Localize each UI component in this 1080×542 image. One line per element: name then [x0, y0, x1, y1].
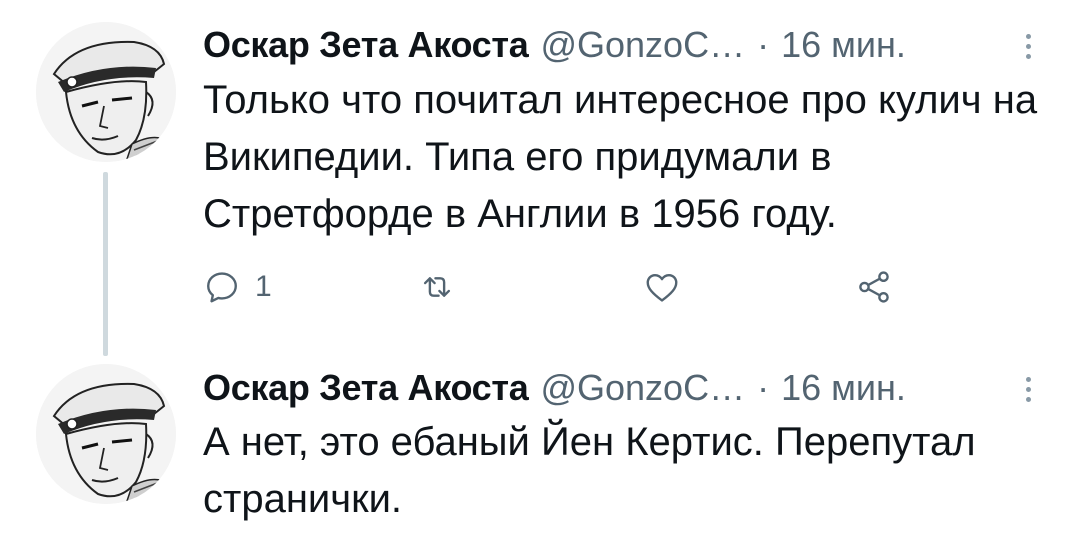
tweet-actions: 1 — [203, 262, 923, 312]
share-button[interactable] — [855, 262, 893, 312]
avatar-sailor-illustration-icon — [36, 22, 176, 162]
tweet-header: Оскар Зета Акоста @GonzoC… · 16 мин. — [203, 363, 906, 413]
reply-count: 1 — [255, 270, 272, 303]
avatar[interactable] — [36, 364, 176, 504]
avatar-sailor-illustration-icon — [36, 364, 176, 504]
share-icon — [859, 271, 889, 303]
separator-dot: · — [757, 367, 770, 408]
avatar[interactable] — [36, 22, 176, 162]
thread-connector-line — [103, 172, 108, 356]
retweet-icon — [423, 277, 451, 297]
more-options-icon[interactable] — [1016, 26, 1040, 66]
tweet-text: Только что почитал интересное про кулич … — [203, 78, 1038, 236]
tweet-header: Оскар Зета Акоста @GonzoC… · 16 мин. — [203, 20, 906, 70]
tweet[interactable]: Оскар Зета Акоста @GonzoC… · 16 мин. А н… — [0, 350, 1080, 542]
more-options-icon[interactable] — [1016, 369, 1040, 409]
tweet-text: А нет, это ебаный Йен Кертис. Перепутал … — [203, 420, 976, 521]
author-name[interactable]: Оскар Зета Акоста — [203, 20, 529, 70]
like-button[interactable] — [643, 262, 681, 312]
timestamp[interactable]: 16 мин. — [781, 20, 906, 70]
author-handle[interactable]: @GonzoC… — [540, 20, 745, 70]
retweet-button[interactable] — [418, 262, 456, 312]
timestamp[interactable]: 16 мин. — [781, 363, 906, 413]
separator-dot: · — [757, 24, 770, 65]
reply-icon — [207, 272, 237, 303]
heart-icon — [646, 273, 678, 302]
tweet[interactable]: Оскар Зета Акоста @GonzoC… · 16 мин. Тол… — [0, 0, 1080, 356]
author-name[interactable]: Оскар Зета Акоста — [203, 363, 529, 413]
author-handle[interactable]: @GonzoC… — [540, 363, 745, 413]
reply-button[interactable]: 1 — [203, 262, 272, 312]
